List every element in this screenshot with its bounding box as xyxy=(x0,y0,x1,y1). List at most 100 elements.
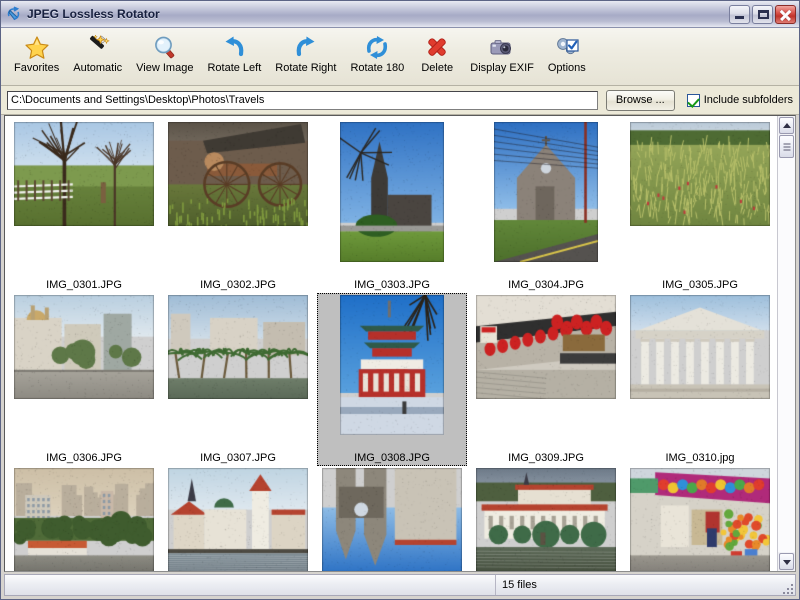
favorites-label: Favorites xyxy=(14,62,59,74)
star-icon xyxy=(22,34,52,61)
thumbnail-caption: IMG_0301.JPG xyxy=(9,279,159,291)
thumbnail-list[interactable]: IMG_0301.JPG IMG_0302.JPG IMG_0303.JPG IMG_… xyxy=(4,115,796,572)
thumbnail-image[interactable] xyxy=(476,295,616,399)
thumbnail-item[interactable]: IMG_0301.JPG xyxy=(9,120,159,293)
checkmark-icon xyxy=(687,95,700,108)
camera-icon xyxy=(487,34,517,61)
minimize-button[interactable] xyxy=(729,5,750,24)
thumbnail-caption: IMG_0307.JPG xyxy=(163,452,313,464)
status-bar: 15 files xyxy=(4,574,796,596)
delete-label: Delete xyxy=(421,62,453,74)
thumbnail-image[interactable] xyxy=(630,122,770,226)
automatic-button[interactable]: Automatic xyxy=(66,31,129,79)
maximize-button[interactable] xyxy=(752,5,773,24)
thumbnail-item[interactable]: IMG_0303.JPG xyxy=(317,120,467,293)
thumbnail-image[interactable] xyxy=(322,468,462,571)
thumbnail-item[interactable]: IMG_0314.JPG xyxy=(471,466,621,571)
thumbnail-item[interactable]: IMG_0309.JPG xyxy=(471,293,621,466)
thumbnail-image[interactable] xyxy=(168,295,308,399)
status-pane-left xyxy=(5,575,496,595)
close-button[interactable] xyxy=(775,5,796,24)
thumbnail-item[interactable]: IMG_0307.JPG xyxy=(163,293,313,466)
rotate-180-label: Rotate 180 xyxy=(350,62,404,74)
thumbnail-item[interactable]: IMG_0304.JPG xyxy=(471,120,621,293)
thumbnail-item[interactable]: IMG_0315.JPG xyxy=(625,466,775,571)
thumbnail-grid: IMG_0301.JPG IMG_0302.JPG IMG_0303.JPG IMG_… xyxy=(5,116,777,571)
maximize-icon xyxy=(758,10,769,19)
rotate-right-icon xyxy=(291,34,321,61)
checkbox-box xyxy=(687,94,700,107)
resize-grip-icon[interactable] xyxy=(780,581,793,594)
view-image-label: View Image xyxy=(136,62,193,74)
rotate-right-label: Rotate Right xyxy=(275,62,336,74)
scroll-grip-icon xyxy=(783,143,790,150)
browse-label: Browse ... xyxy=(616,94,665,106)
thumbnail-caption: IMG_0304.JPG xyxy=(471,279,621,291)
scroll-up-button[interactable] xyxy=(779,117,794,134)
thumbnail-image[interactable] xyxy=(630,295,770,399)
chevron-down-icon xyxy=(783,560,791,565)
window-controls xyxy=(729,5,796,24)
rotate-180-icon xyxy=(362,34,392,61)
file-count-label: 15 files xyxy=(502,579,537,591)
thumbnail-caption: IMG_0309.JPG xyxy=(471,452,621,464)
thumbnail-item[interactable]: IMG_0306.JPG xyxy=(9,293,159,466)
thumbnail-image[interactable] xyxy=(14,295,154,399)
minimize-icon xyxy=(735,16,744,19)
thumbnail-item[interactable]: IMG_0311.JPG xyxy=(9,466,159,571)
scroll-down-button[interactable] xyxy=(779,553,794,570)
rotate-left-button[interactable]: Rotate Left xyxy=(200,31,268,79)
thumbnail-row: IMG_0301.JPG IMG_0302.JPG IMG_0303.JPG IMG_… xyxy=(5,120,777,293)
thumbnail-image[interactable] xyxy=(14,122,154,226)
status-pane-files: 15 files xyxy=(496,575,795,595)
thumbnail-item[interactable]: IMG_0308.JPG xyxy=(317,293,467,466)
thumbnail-image[interactable] xyxy=(494,122,598,262)
favorites-button[interactable]: Favorites xyxy=(7,31,66,79)
thumbnail-caption: IMG_0308.JPG xyxy=(317,452,467,464)
thumbnail-item[interactable]: IMG_0310.jpg xyxy=(625,293,775,466)
gears-checkmark-icon xyxy=(552,34,582,61)
vertical-scrollbar[interactable] xyxy=(777,116,795,571)
thumbnail-caption: IMG_0303.JPG xyxy=(317,279,467,291)
red-x-icon xyxy=(422,34,452,61)
thumbnail-image[interactable] xyxy=(340,295,444,435)
thumbnail-image[interactable] xyxy=(476,468,616,571)
view-image-button[interactable]: View Image xyxy=(129,31,200,79)
rotate-arrows-icon xyxy=(6,6,22,22)
thumbnail-image[interactable] xyxy=(14,468,154,571)
include-subfolders-label: Include subfolders xyxy=(704,94,793,106)
rotate-left-icon xyxy=(219,34,249,61)
options-label: Options xyxy=(548,62,586,74)
magnifier-icon xyxy=(150,34,180,61)
title-bar: JPEG Lossless Rotator xyxy=(1,1,799,28)
display-exif-button[interactable]: Display EXIF xyxy=(463,31,541,79)
thumbnail-image[interactable] xyxy=(340,122,444,262)
options-button[interactable]: Options xyxy=(541,31,593,79)
browse-button[interactable]: Browse ... xyxy=(606,90,675,111)
folder-path-input[interactable]: C:\Documents and Settings\Desktop\Photos… xyxy=(7,91,598,110)
app-window: JPEG Lossless Rotator Favorites xyxy=(0,0,800,600)
include-subfolders-checkbox[interactable]: Include subfolders xyxy=(687,94,793,107)
toolbar: Favorites Automatic xyxy=(1,28,799,86)
thumbnail-item[interactable]: IMG_0305.JPG xyxy=(625,120,775,293)
rotate-180-button[interactable]: Rotate 180 xyxy=(343,31,411,79)
display-exif-label: Display EXIF xyxy=(470,62,534,74)
scroll-track[interactable] xyxy=(778,135,795,552)
thumbnail-item[interactable]: IMG_0313.JPG xyxy=(317,466,467,571)
scroll-thumb[interactable] xyxy=(779,135,794,158)
rotate-right-button[interactable]: Rotate Right xyxy=(268,31,343,79)
thumbnail-row: IMG_0311.JPGIMG_0312.JPGIMG_0313.JPGIMG_… xyxy=(5,466,777,571)
thumbnail-image[interactable] xyxy=(168,468,308,571)
thumbnail-row: IMG_0306.JPG IMG_0307.JPG IMG_0308.JPG IMG_… xyxy=(5,293,777,466)
thumbnail-image[interactable] xyxy=(630,468,770,571)
thumbnail-image[interactable] xyxy=(168,122,308,226)
magic-wand-icon xyxy=(83,34,113,61)
thumbnail-caption: IMG_0310.jpg xyxy=(625,452,775,464)
thumbnail-caption: IMG_0306.JPG xyxy=(9,452,159,464)
folder-path-value: C:\Documents and Settings\Desktop\Photos… xyxy=(11,94,264,106)
thumbnail-caption: IMG_0302.JPG xyxy=(163,279,313,291)
thumbnail-item[interactable]: IMG_0312.JPG xyxy=(163,466,313,571)
automatic-label: Automatic xyxy=(73,62,122,74)
thumbnail-item[interactable]: IMG_0302.JPG xyxy=(163,120,313,293)
delete-button[interactable]: Delete xyxy=(411,31,463,79)
